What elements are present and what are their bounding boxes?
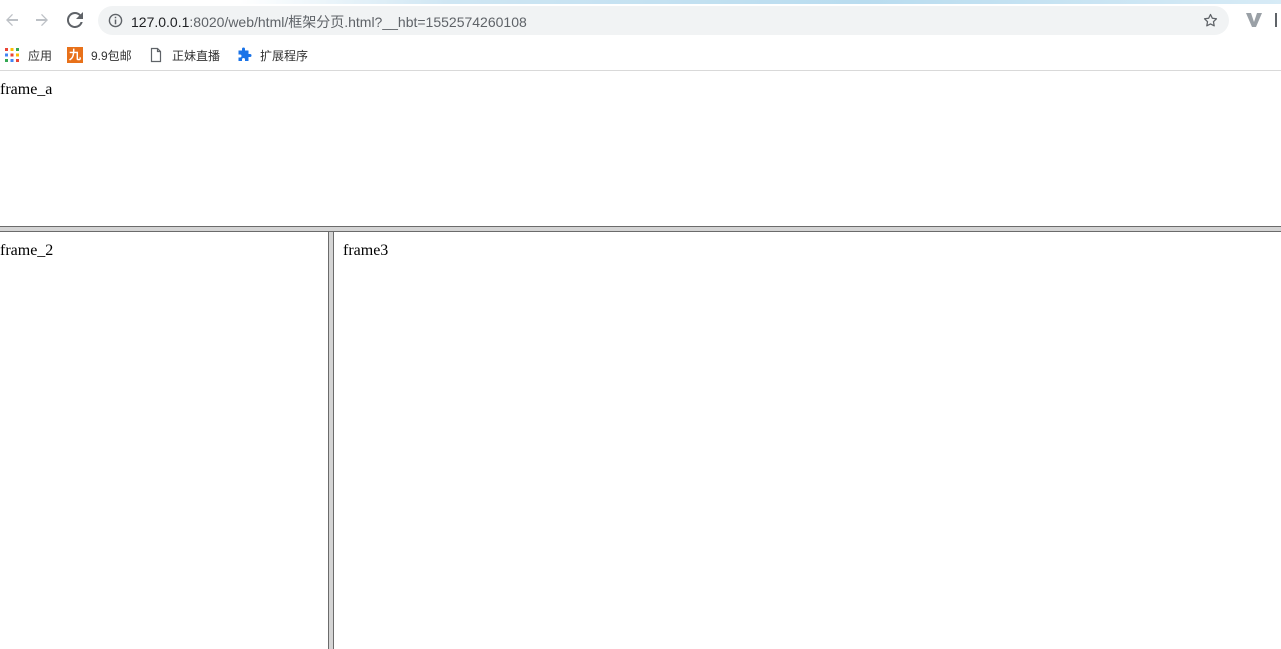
browser-toolbar: 127.0.0.1:8020/web/html/框架分页.html?__hbt=… bbox=[0, 0, 1281, 41]
back-button[interactable] bbox=[0, 8, 24, 32]
menu-divider bbox=[1275, 13, 1277, 27]
extension-v-icon[interactable] bbox=[1245, 11, 1263, 29]
jiu-logo-icon: 九 bbox=[67, 47, 83, 63]
back-arrow-icon bbox=[6, 14, 18, 26]
url-host: 127.0.0.1 bbox=[131, 14, 190, 30]
frame-3: frame3 bbox=[334, 232, 1281, 649]
bookmark-star-icon[interactable] bbox=[1202, 12, 1219, 29]
frame-a: frame_a bbox=[0, 71, 1281, 227]
info-icon[interactable] bbox=[108, 13, 123, 28]
url-text[interactable]: 127.0.0.1:8020/web/html/框架分页.html?__hbt=… bbox=[131, 12, 527, 32]
puzzle-icon bbox=[238, 47, 252, 61]
bookmarks-bar: 应用 九 9.9包邮 正妹直播 扩展程序 bbox=[0, 41, 1281, 71]
frame-2-text: frame_2 bbox=[0, 242, 54, 259]
bookmark-label: 9.9包邮 bbox=[91, 48, 132, 63]
forward-arrow-icon bbox=[36, 14, 48, 26]
page-icon bbox=[150, 47, 162, 63]
bookmark-label: 扩展程序 bbox=[260, 48, 309, 63]
address-bar[interactable]: 127.0.0.1:8020/web/html/框架分页.html?__hbt=… bbox=[98, 6, 1229, 35]
apps-grid-icon bbox=[5, 48, 19, 62]
frame-3-text: frame3 bbox=[343, 242, 389, 259]
bookmark-extensions[interactable]: 扩展程序 bbox=[236, 45, 308, 65]
bookmark-label: 应用 bbox=[28, 48, 53, 63]
reload-icon bbox=[67, 12, 83, 28]
bookmark-9-9[interactable]: 九 9.9包邮 bbox=[67, 45, 132, 65]
frame-2: frame_2 bbox=[0, 232, 329, 649]
toolbar-decoration bbox=[240, 0, 1281, 4]
reload-button[interactable] bbox=[63, 8, 87, 32]
bookmark-label: 正妹直播 bbox=[172, 48, 221, 63]
forward-button[interactable] bbox=[30, 8, 54, 32]
url-path: :8020/web/html/框架分页.html?__hbt=155257426… bbox=[189, 14, 527, 30]
bookmark-apps[interactable]: 应用 bbox=[4, 45, 52, 65]
bookmark-zhengmei[interactable]: 正妹直播 bbox=[148, 45, 220, 65]
frame-a-text: frame_a bbox=[0, 81, 53, 98]
